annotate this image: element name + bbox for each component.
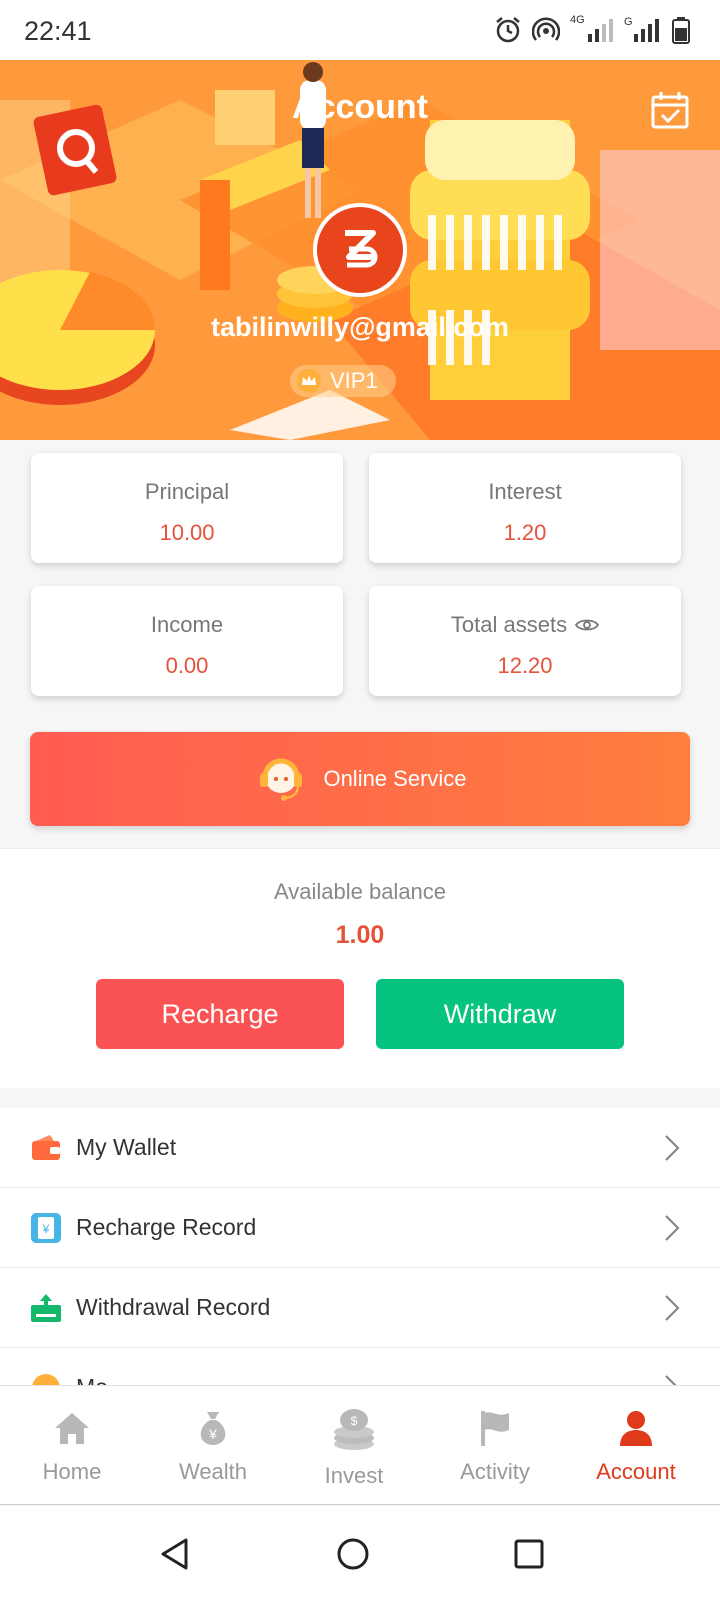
total-assets-label: Total assets (369, 612, 681, 638)
income-card: Income 0.00 (31, 586, 343, 696)
back-icon[interactable] (158, 1537, 192, 1571)
balance-value: 1.00 (335, 921, 385, 949)
income-label-text: Income (150, 612, 224, 637)
eye-icon[interactable] (575, 617, 600, 633)
calendar-check-icon[interactable] (650, 90, 690, 130)
page-title: Account (292, 88, 428, 126)
total-assets-card: Total assets 12.20 (369, 586, 681, 696)
menu-item-more[interactable]: Mo... (0, 1348, 720, 1388)
online-service-button[interactable]: Online Service (30, 732, 690, 826)
balance-label: Available balance (273, 879, 447, 904)
vip-level: VIP1 (330, 368, 378, 393)
menu-item-withdrawal-record[interactable]: Withdrawal Record (0, 1268, 720, 1348)
svg-text:¥: ¥ (42, 1222, 50, 1236)
chevron-right-icon (665, 1295, 680, 1321)
principal-label: Principal (31, 479, 343, 505)
balance-section: Available balance 1.00 Recharge Withdraw (0, 848, 720, 1088)
status-icons: 4G G (494, 14, 690, 46)
income-label: Income (31, 612, 343, 638)
alarm-icon (496, 17, 520, 43)
principal-card: Principal 10.00 (31, 453, 343, 563)
flag-icon (481, 1411, 509, 1446)
system-nav-bar (0, 1506, 720, 1600)
wallet-icon (32, 1135, 60, 1160)
recents-icon[interactable] (512, 1537, 546, 1571)
menu-item-recharge-record[interactable]: ¥ Recharge Record (0, 1188, 720, 1268)
coin-stack-icon: $ (334, 1409, 374, 1450)
hotspot-icon (532, 17, 560, 41)
account-screen: 22:41 4G G Account tabilinwilly@gmail.co… (0, 0, 720, 1600)
tab-label: Account (596, 1459, 676, 1484)
withdraw-icon (31, 1294, 61, 1322)
online-service-label: Online Service (323, 766, 467, 791)
home-icon (55, 1413, 89, 1444)
svg-text:¥: ¥ (208, 1426, 217, 1442)
tab-label: Activity (460, 1459, 530, 1484)
withdraw-button[interactable]: Withdraw (376, 979, 624, 1049)
tab-label: Invest (324, 1463, 384, 1488)
total-assets-value: 12.20 (497, 653, 553, 678)
interest-label-text: Interest (488, 479, 562, 504)
principal-value: 10.00 (159, 520, 215, 545)
tab-wealth[interactable]: ¥ Wealth (141, 1386, 285, 1506)
menu-item-label: Withdrawal Record (76, 1294, 271, 1320)
customer-service-icon (260, 758, 303, 801)
user-email: tabilinwilly@gmail.com (211, 312, 509, 342)
account-header: Account tabilinwilly@gmail.com VIP1 (0, 60, 720, 440)
tab-home[interactable]: Home (0, 1386, 144, 1506)
tab-activity[interactable]: Activity (423, 1386, 567, 1506)
menu-item-label: My Wallet (76, 1134, 177, 1160)
tab-label: Home (42, 1459, 102, 1484)
battery-icon (672, 17, 690, 44)
recharge-button[interactable]: Recharge (96, 979, 344, 1049)
interest-value: 1.20 (503, 520, 547, 545)
tab-label: Wealth (178, 1459, 248, 1484)
crown-icon (297, 369, 321, 393)
status-time: 22:41 (24, 16, 92, 46)
tab-invest[interactable]: $ Invest (282, 1386, 426, 1506)
menu-item-label: Recharge Record (76, 1214, 257, 1240)
money-bag-icon: ¥ (200, 1412, 226, 1445)
svg-text:$: $ (351, 1414, 358, 1428)
signal-g-icon: G (624, 16, 659, 42)
vip-badge: VIP1 (290, 365, 396, 397)
tab-account[interactable]: Account (564, 1386, 708, 1506)
signal-4g-icon: 4G (570, 14, 614, 44)
principal-label-text: Principal (144, 479, 230, 504)
income-value: 0.00 (165, 653, 209, 678)
home-circle-icon[interactable] (336, 1537, 370, 1571)
chevron-right-icon (665, 1135, 680, 1161)
menu-item-my-wallet[interactable]: My Wallet (0, 1108, 720, 1188)
person-icon (620, 1411, 652, 1446)
bottom-tab-bar: Home ¥ Wealth $ Invest Activity Account (0, 1385, 720, 1505)
avatar[interactable] (313, 203, 407, 297)
receipt-icon: ¥ (31, 1213, 61, 1243)
status-bar: 22:41 4G G (0, 0, 720, 60)
menu-list: My Wallet ¥ Recharge Record Withdrawal R… (0, 1108, 720, 1388)
svg-text:G: G (624, 16, 633, 28)
interest-label: Interest (369, 479, 681, 505)
interest-card: Interest 1.20 (369, 453, 681, 563)
total-assets-label-text: Total assets (450, 612, 568, 637)
chevron-right-icon (665, 1215, 680, 1241)
logo-icon (345, 230, 378, 268)
